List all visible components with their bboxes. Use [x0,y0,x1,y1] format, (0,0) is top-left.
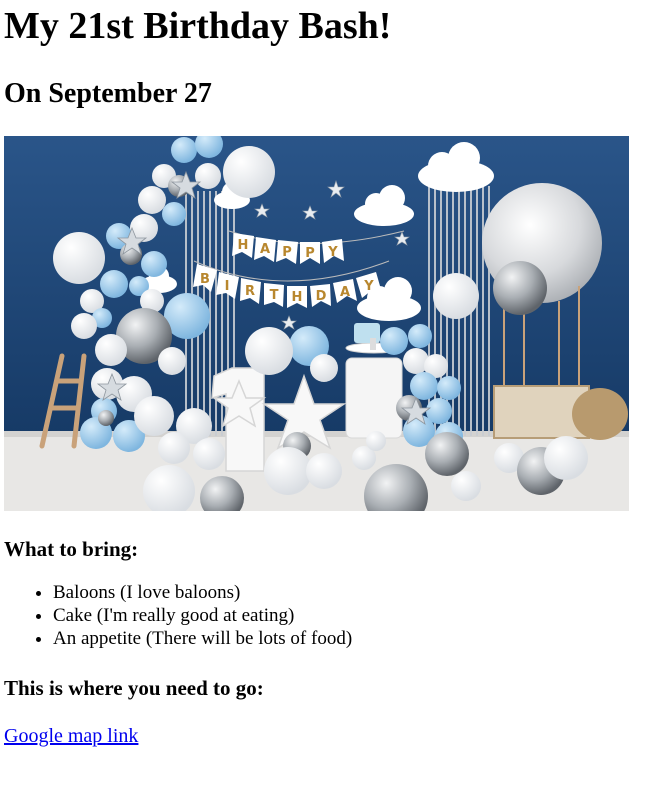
banner-letter: H [292,290,303,305]
page-title: My 21st Birthday Bash! [4,5,392,47]
list-item: An appetite (There will be lots of food) [53,627,668,650]
list-item: Baloons (I love baloons) [53,581,668,604]
banner-letter: D [316,289,327,304]
where-to-go-heading: This is where you need to go: [4,676,264,700]
banner-letter: Y [327,245,338,260]
banner-letter: Y [363,279,374,294]
banner-letter: R [245,284,255,299]
what-to-bring-heading: What to bring: [4,537,139,561]
banner-letter: A [260,242,270,257]
banner-letter: T [270,288,279,303]
banner-letter: P [305,246,315,261]
banner-letter: B [200,272,210,287]
banner-letter: P [282,245,292,260]
google-map-link[interactable]: Google map link [4,724,138,748]
list-item: Cake (I'm really good at eating) [53,604,668,627]
bring-list: Baloons (I love baloons) Cake (I'm reall… [4,581,668,650]
banner-letter: I [225,279,230,294]
page-subtitle: On September 27 [4,78,212,109]
birthday-decoration-image: H A P P Y B I R T H D A Y [4,136,629,511]
page: My 21st Birthday Bash! On September 27 H… [0,0,672,748]
banner-letter: H [238,238,249,253]
banner-letter: A [340,285,350,300]
